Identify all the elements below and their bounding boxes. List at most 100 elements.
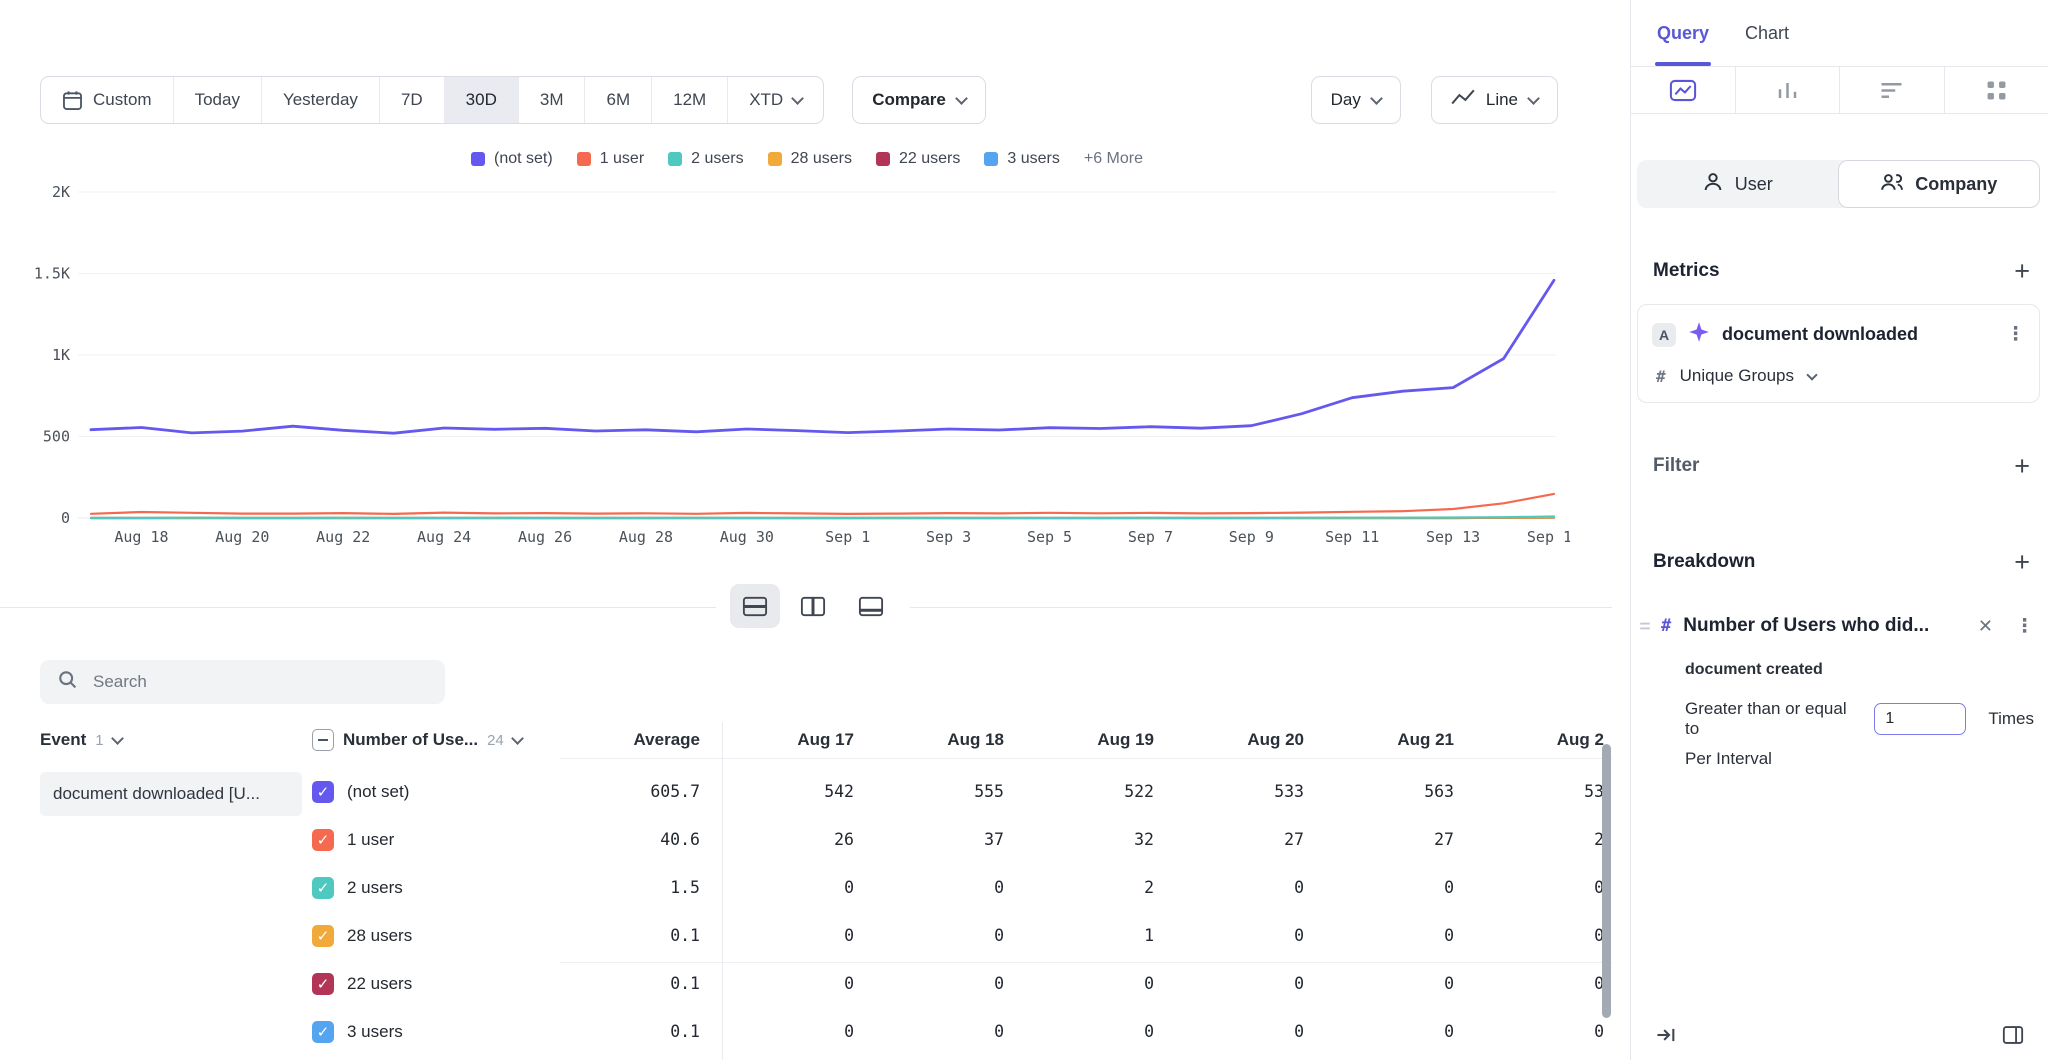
user-icon — [1702, 171, 1724, 198]
add-metric-button[interactable]: + — [2014, 258, 2030, 285]
series-line-2 users[interactable] — [91, 517, 1554, 519]
breakdown-section-header: Breakdown + — [1631, 549, 2048, 575]
condition-label[interactable]: Greater than or equal to — [1685, 699, 1860, 739]
legend-item[interactable]: (not set) — [471, 150, 553, 168]
range-today[interactable]: Today — [173, 77, 261, 123]
range-label: 6M — [606, 90, 630, 110]
cell-value: 27 — [1184, 816, 1304, 864]
legend-more[interactable]: +6 More — [1084, 150, 1143, 168]
viz-type-more-charts[interactable] — [1945, 67, 2048, 113]
number-property-icon: # — [1656, 367, 1666, 386]
compare-button[interactable]: Compare — [852, 76, 986, 124]
panel-layout-icon[interactable] — [2002, 1025, 2024, 1050]
row-checkbox[interactable]: ✓ — [312, 973, 334, 995]
legend-item[interactable]: 28 users — [768, 150, 852, 168]
layout-toggle-split-vertical[interactable] — [788, 584, 838, 628]
range-30d[interactable]: 30D — [444, 77, 518, 123]
range-6m[interactable]: 6M — [584, 77, 651, 123]
cell-value: 0 — [1484, 1008, 1604, 1056]
per-interval-label[interactable]: Per Interval — [1685, 749, 2034, 769]
row-checkbox[interactable]: ✓ — [312, 781, 334, 803]
cell-value: 0 — [1034, 960, 1154, 1008]
svg-text:1.5K: 1.5K — [34, 265, 70, 283]
legend-item[interactable]: 2 users — [668, 150, 743, 168]
cell-value: 0 — [1484, 864, 1604, 912]
column-header-date: Aug 2 — [1474, 722, 1604, 758]
cell-value: 27 — [1334, 816, 1454, 864]
column-header-series[interactable]: Number of Use... 24 — [312, 722, 522, 758]
viz-type-bar-chart[interactable] — [1736, 67, 1841, 113]
collapse-panel-icon[interactable] — [1655, 1025, 1677, 1050]
row-checkbox[interactable]: ✓ — [312, 1021, 334, 1043]
calendar-icon — [62, 90, 83, 111]
layout-toggle-split-horizontal[interactable] — [730, 584, 780, 628]
close-icon[interactable]: ✕ — [1978, 616, 1993, 637]
range-custom[interactable]: Custom — [41, 77, 173, 123]
svg-text:Aug 18: Aug 18 — [114, 528, 168, 546]
flow-chart-icon — [1879, 79, 1904, 102]
toggle-company[interactable]: Company — [1838, 160, 2041, 208]
row-checkbox[interactable]: ✓ — [312, 925, 334, 947]
toggle-user[interactable]: User — [1637, 160, 1838, 208]
row-divider — [560, 962, 1612, 963]
range-label: Yesterday — [283, 90, 358, 110]
add-breakdown-button[interactable]: + — [2014, 549, 2030, 576]
condition-value-input[interactable] — [1874, 703, 1966, 735]
legend-label: 28 users — [791, 150, 852, 168]
search-input[interactable] — [91, 671, 428, 693]
panel-bottom-icon — [858, 596, 884, 617]
more-charts-icon — [1985, 79, 2008, 102]
chart-legend: (not set) 1 user 2 users 28 users 22 users 3 … — [60, 150, 1554, 168]
svg-text:Aug 20: Aug 20 — [215, 528, 269, 546]
metric-name[interactable]: document downloaded — [1722, 324, 1994, 345]
column-header-date: Aug 20 — [1174, 722, 1304, 758]
add-filter-button[interactable]: + — [2014, 453, 2030, 480]
cell-value: 0 — [1484, 912, 1604, 960]
metric-card[interactable]: A document downloaded ⋮ # Unique Groups — [1637, 304, 2040, 403]
tab-query[interactable]: Query — [1657, 0, 1709, 66]
legend-swatch — [768, 152, 782, 166]
row-average: 1.5 — [540, 864, 700, 912]
granularity-button[interactable]: Day — [1311, 76, 1401, 124]
aggregation-select[interactable]: Unique Groups — [1680, 366, 1794, 386]
row-average: 0.1 — [540, 912, 700, 960]
range-12m[interactable]: 12M — [651, 77, 727, 123]
tab-chart[interactable]: Chart — [1745, 0, 1789, 66]
cell-value: 0 — [734, 864, 854, 912]
range-label: 3M — [540, 90, 564, 110]
metric-menu-icon[interactable]: ⋮ — [2006, 323, 2025, 346]
row-checkbox[interactable]: ✓ — [312, 829, 334, 851]
series-line-1 user[interactable] — [91, 494, 1554, 514]
svg-text:Sep 15: Sep 15 — [1527, 528, 1570, 546]
table-row: ✓(not set)605.754255552253356353 — [0, 768, 1630, 816]
column-header-date: Aug 17 — [724, 722, 854, 758]
breakdown-menu-icon[interactable]: ⋮ — [2015, 615, 2034, 638]
range-3m[interactable]: 3M — [518, 77, 585, 123]
toggle-user-label: User — [1735, 174, 1773, 195]
breakdown-event[interactable]: document created — [1685, 661, 2034, 679]
range-xtd[interactable]: XTD — [727, 77, 823, 123]
drag-handle-icon[interactable] — [1639, 621, 1651, 631]
chart-type-icon-row — [1631, 66, 2048, 114]
header-rule — [560, 758, 1612, 759]
row-checkbox[interactable]: ✓ — [312, 877, 334, 899]
column-header-event[interactable]: Event 1 — [40, 722, 122, 758]
viz-type-flow-chart[interactable] — [1840, 67, 1945, 113]
layout-toggle-panel-bottom[interactable] — [846, 584, 896, 628]
svg-text:Aug 24: Aug 24 — [417, 528, 471, 546]
cell-value: 26 — [734, 816, 854, 864]
legend-item[interactable]: 3 users — [984, 150, 1059, 168]
viz-type-line-chart[interactable] — [1631, 67, 1736, 113]
legend-item[interactable]: 22 users — [876, 150, 960, 168]
row-label: 1 user — [347, 816, 394, 864]
indeterminate-checkbox-icon[interactable] — [312, 729, 334, 751]
svg-text:0: 0 — [61, 509, 70, 527]
trend-chart[interactable]: 05001K1.5K2KAug 18Aug 20Aug 22Aug 24Aug … — [0, 176, 1570, 560]
vertical-scrollbar[interactable] — [1602, 744, 1611, 1018]
legend-item[interactable]: 1 user — [577, 150, 644, 168]
breakdown-name[interactable]: Number of Users who did... — [1683, 615, 1978, 637]
range-7d[interactable]: 7D — [379, 77, 444, 123]
chart-type-button[interactable]: Line — [1431, 76, 1558, 124]
series-line-(not set)[interactable] — [91, 280, 1554, 433]
range-yesterday[interactable]: Yesterday — [261, 77, 379, 123]
